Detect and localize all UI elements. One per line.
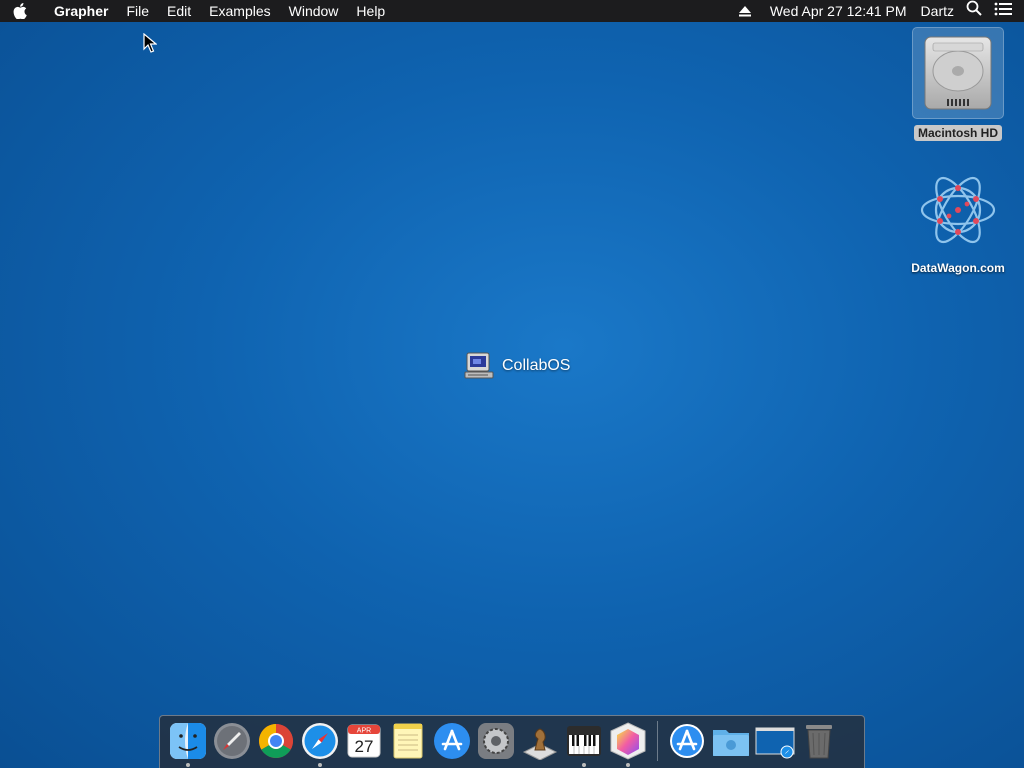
running-indicator [318, 763, 322, 767]
dock-separator [657, 721, 658, 761]
safari-icon [302, 723, 338, 759]
computer-icon [464, 352, 494, 379]
chess-icon [522, 728, 558, 760]
dock-launchpad[interactable] [212, 721, 252, 761]
dock-grapher[interactable] [608, 721, 648, 767]
menu-clock[interactable]: Wed Apr 27 12:41 PM [754, 0, 913, 22]
desktop-item-label: CollabOS [502, 357, 571, 374]
desktop-item-collabos[interactable]: CollabOS [464, 352, 570, 380]
running-indicator [186, 763, 190, 767]
dock-calendar[interactable]: APR 27 [344, 721, 384, 761]
minimized-window-icon [755, 727, 795, 759]
launchpad-icon [214, 723, 250, 759]
dock-trash[interactable] [799, 721, 839, 761]
dock-app-store[interactable] [432, 721, 472, 761]
mouse-pointer-icon [143, 32, 158, 58]
desktop-icon-label: Macintosh HD [913, 125, 1002, 141]
desktop-icon-datawagon[interactable]: DataWagon.com [900, 168, 1016, 275]
dock-piano[interactable] [564, 721, 604, 767]
hard-drive-icon [924, 36, 992, 110]
dock-applications-folder[interactable] [667, 721, 707, 761]
notes-icon [393, 723, 423, 759]
menu-window[interactable]: Window [280, 0, 348, 22]
running-indicator [626, 763, 630, 767]
dock-system-preferences[interactable] [476, 721, 516, 761]
dock-chess[interactable] [520, 721, 560, 761]
dock-chrome[interactable] [256, 721, 296, 761]
eject-icon[interactable] [736, 0, 754, 22]
calendar-month: APR [357, 728, 371, 735]
app-store-icon [434, 723, 470, 759]
dock-safari[interactable] [300, 721, 340, 767]
menu-file[interactable]: File [117, 0, 158, 22]
menu-edit[interactable]: Edit [158, 0, 200, 22]
downloads-folder-icon [713, 730, 749, 756]
trash-icon [806, 725, 832, 759]
dock-notes[interactable] [388, 721, 428, 761]
datawagon-logo-icon [920, 176, 996, 244]
running-indicator [582, 763, 586, 767]
menu-help[interactable]: Help [347, 0, 394, 22]
apple-menu-icon[interactable] [0, 0, 40, 22]
spotlight-search-icon[interactable] [960, 0, 988, 22]
piano-icon [567, 726, 601, 756]
finder-icon [170, 723, 206, 759]
dock-minimized-window[interactable] [755, 721, 795, 761]
desktop-icon-label: DataWagon.com [911, 261, 1005, 275]
menu-app-name[interactable]: Grapher [40, 0, 117, 22]
menu-bar: Grapher File Edit Examples Window Help W… [0, 0, 1024, 22]
calendar-icon: APR 27 [347, 724, 381, 758]
grapher-icon [610, 722, 646, 760]
dock-downloads-folder[interactable] [711, 721, 751, 761]
system-preferences-icon [478, 723, 514, 759]
menu-examples[interactable]: Examples [200, 0, 279, 22]
applications-folder-icon [670, 724, 704, 758]
notification-center-icon[interactable] [988, 0, 1024, 22]
menu-user[interactable]: Dartz [913, 0, 960, 22]
desktop-icon-macintosh-hd[interactable]: Macintosh HD [910, 27, 1006, 141]
dock: APR 27 [159, 715, 865, 768]
chrome-icon [259, 724, 293, 758]
dock-finder[interactable] [168, 721, 208, 767]
calendar-day: 27 [355, 737, 374, 756]
